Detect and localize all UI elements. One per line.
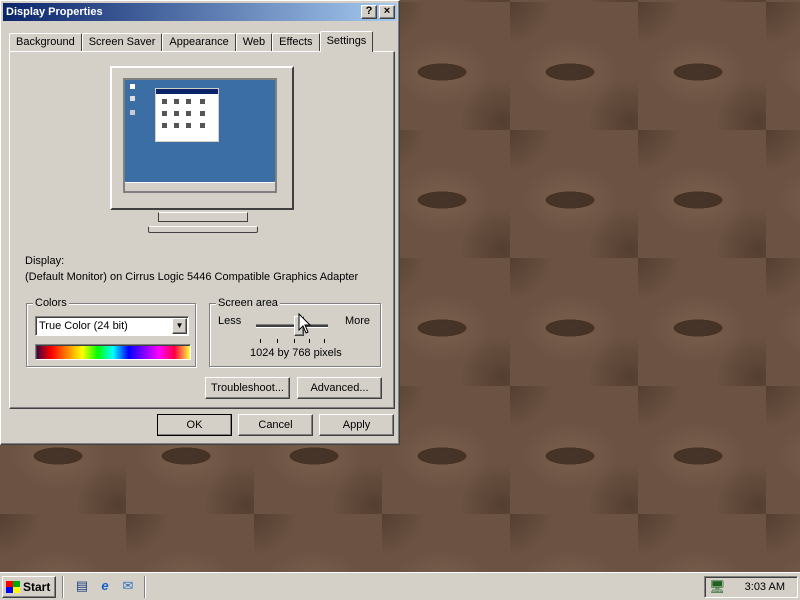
slider-tick — [324, 339, 325, 343]
help-button[interactable]: ? — [361, 5, 377, 19]
tab-strip: Background Screen Saver Appearance Web E… — [9, 29, 374, 52]
preview-window — [155, 88, 219, 142]
cancel-button[interactable]: Cancel — [238, 414, 313, 436]
preview-desktop-icon — [130, 96, 135, 101]
tab-background[interactable]: Background — [9, 33, 82, 51]
advanced-button[interactable]: Advanced... — [297, 377, 382, 399]
slider-tick — [277, 339, 278, 343]
windows-logo-icon — [6, 581, 20, 593]
troubleshoot-button[interactable]: Troubleshoot... — [205, 377, 290, 399]
slider-tick — [294, 339, 295, 343]
screen-area-group: Screen area Less More 1024 by 768 pixels — [209, 297, 381, 367]
mouse-cursor-icon — [298, 313, 312, 334]
color-spectrum-bar — [35, 344, 191, 360]
desktop-preview — [123, 78, 277, 193]
resolution-value: 1024 by 768 pixels — [250, 347, 342, 359]
window-title: Display Properties — [6, 6, 103, 18]
preview-desktop-icon — [130, 110, 135, 115]
colors-group: Colors True Color (24 bit) ▼ — [26, 297, 196, 367]
screen-area-legend: Screen area — [216, 297, 280, 309]
tab-screen-saver[interactable]: Screen Saver — [81, 33, 163, 51]
taskbar-separator — [62, 576, 64, 598]
color-depth-select[interactable]: True Color (24 bit) ▼ — [35, 316, 189, 336]
start-label: Start — [23, 580, 51, 594]
tab-settings[interactable]: Settings — [319, 31, 374, 52]
color-depth-value: True Color (24 bit) — [39, 320, 128, 332]
slider-tick — [260, 339, 261, 343]
system-tray: 🖥 3:03 AM — [704, 576, 798, 598]
less-label: Less — [218, 315, 242, 327]
resolution-slider-track[interactable] — [256, 324, 328, 328]
display-adapter-text: (Default Monitor) on Cirrus Logic 5446 C… — [25, 271, 359, 283]
tab-effects[interactable]: Effects — [272, 33, 320, 51]
more-label: More — [344, 315, 370, 327]
start-button[interactable]: Start — [2, 576, 56, 598]
tab-web[interactable]: Web — [235, 33, 273, 51]
display-properties-window: Display Properties ? × Background Screen… — [0, 0, 400, 445]
monitor-preview — [110, 66, 294, 210]
outlook-express-icon[interactable]: ✉ — [120, 578, 136, 594]
taskbar-separator — [144, 576, 146, 598]
title-bar[interactable]: Display Properties ? × — [3, 3, 397, 21]
monitor-stand — [158, 212, 248, 222]
ok-button[interactable]: OK — [157, 414, 232, 436]
show-desktop-icon[interactable]: ▤ — [74, 578, 90, 594]
preview-desktop-icon — [130, 84, 135, 89]
monitor-base — [148, 226, 258, 233]
settings-panel: Display: (Default Monitor) on Cirrus Log… — [9, 51, 395, 409]
display-label: Display: — [25, 255, 65, 267]
close-button[interactable]: × — [379, 5, 395, 19]
colors-legend: Colors — [33, 297, 69, 309]
preview-taskbar — [125, 182, 275, 191]
chevron-down-icon[interactable]: ▼ — [172, 318, 187, 334]
apply-button[interactable]: Apply — [319, 414, 394, 436]
taskbar: Start ▤ e ✉ 🖥 3:03 AM — [0, 572, 800, 600]
clock[interactable]: 3:03 AM — [745, 581, 785, 593]
tab-appearance[interactable]: Appearance — [162, 33, 236, 51]
display-settings-tray-icon[interactable]: 🖥 — [709, 579, 726, 595]
slider-tick — [309, 339, 310, 343]
internet-explorer-icon[interactable]: e — [97, 578, 113, 594]
